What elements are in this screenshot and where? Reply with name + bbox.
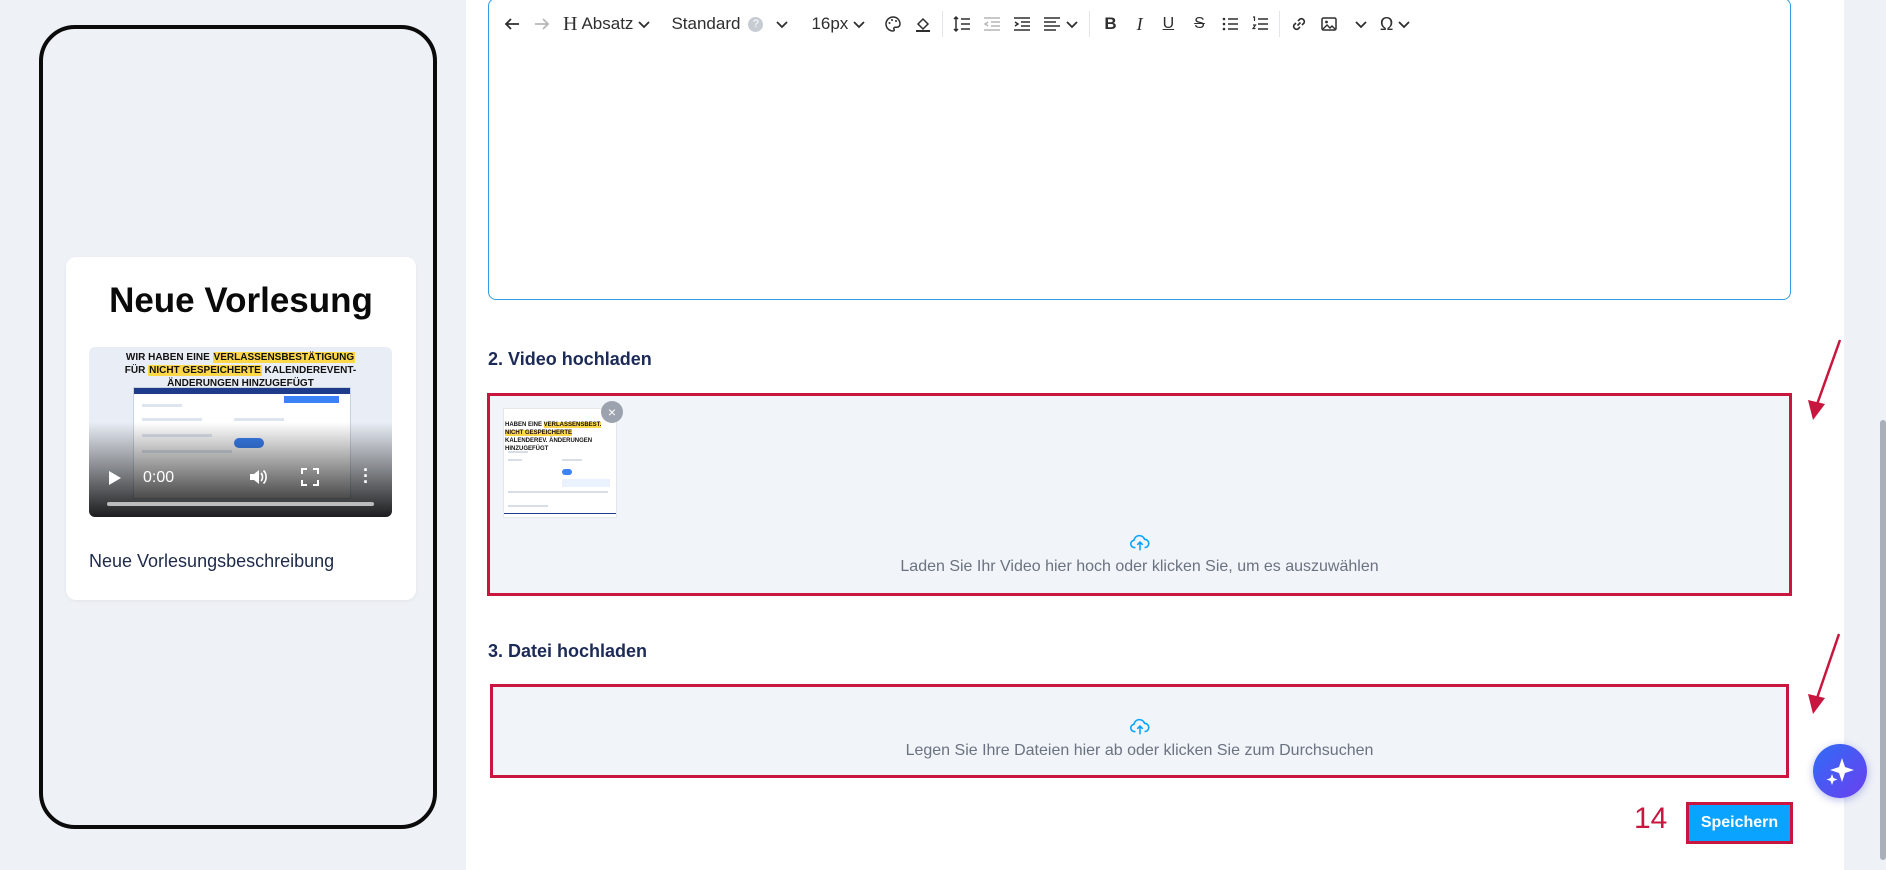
fullscreen-icon[interactable] [301, 468, 319, 486]
scrollbar-thumb[interactable] [1880, 420, 1886, 860]
more-options-icon[interactable]: · · · [363, 461, 369, 491]
italic-button[interactable]: I [1127, 8, 1153, 40]
play-icon[interactable] [109, 471, 121, 485]
redo-icon [535, 18, 550, 30]
remove-video-button[interactable]: × [601, 401, 623, 423]
undo-button[interactable] [497, 8, 527, 40]
editor-toolbar: H Absatz Standard ? 16px B I U S Ω [489, 0, 1790, 49]
save-button[interactable]: Speichern [1686, 802, 1793, 844]
upload-cloud-icon [1129, 534, 1150, 551]
image-button[interactable] [1314, 8, 1344, 40]
video-dropzone-text: Laden Sie Ihr Video hier hoch oder klick… [900, 558, 1379, 575]
lecture-form-panel: H Absatz Standard ? 16px B I U S Ω 2. Vi… [466, 0, 1844, 870]
ordered-list-button[interactable] [1245, 8, 1275, 40]
video-caption: WIR HABEN EINE VERLASSENSBESTÄTIGUNG FÜR… [124, 352, 357, 389]
chevron-down-icon [1066, 21, 1078, 29]
link-icon [1292, 17, 1305, 31]
strikethrough-button[interactable]: S [1184, 8, 1215, 40]
chevron-down-icon [1398, 21, 1410, 29]
video-time: 0:00 [143, 469, 175, 486]
redo-button[interactable] [527, 8, 557, 40]
preview-title: Neue Vorlesung [109, 281, 373, 320]
underline-button[interactable]: U [1153, 8, 1185, 40]
insert-more-dropdown[interactable] [1344, 8, 1374, 40]
ordered-list-icon [1251, 16, 1268, 30]
volume-icon[interactable] [248, 468, 268, 486]
lecture-preview-card: Neue Vorlesung WIR HABEN EINE VERLASSENS… [66, 257, 416, 600]
block-format-dropdown[interactable]: H Absatz [557, 8, 657, 40]
help-icon: ? [748, 16, 764, 32]
palette-icon [885, 16, 902, 32]
align-dropdown[interactable] [1037, 8, 1085, 40]
align-icon [1044, 17, 1061, 31]
image-icon [1321, 17, 1337, 31]
fill-icon [916, 17, 931, 32]
omega-icon: Ω [1379, 13, 1394, 34]
preview-description: Neue Vorlesungsbeschreibung [89, 551, 335, 571]
bold-button[interactable]: B [1094, 8, 1126, 40]
font-family-dropdown[interactable]: Standard ? [665, 8, 795, 40]
text-color-button[interactable] [878, 8, 908, 40]
background-color-button[interactable] [908, 8, 938, 40]
chevron-down-icon [853, 21, 865, 29]
sparkle-icon [1826, 758, 1854, 785]
thumbnail-caption: HABEN EINE VERLASSENSBEST. NICHT GESPEICH… [505, 422, 602, 452]
rich-text-editor[interactable]: H Absatz Standard ? 16px B I U S Ω [488, 0, 1791, 300]
link-button[interactable] [1284, 8, 1314, 40]
file-dropzone[interactable]: Legen Sie Ihre Dateien hier ab oder klic… [490, 684, 1789, 778]
outdent-button[interactable] [977, 8, 1007, 40]
file-section-label: 3. Datei hochladen [488, 641, 648, 661]
video-dropzone[interactable]: HABEN EINE VERLASSENSBEST. NICHT GESPEICH… [487, 393, 1792, 596]
chevron-down-icon [776, 21, 789, 29]
indent-button[interactable] [1007, 8, 1037, 40]
ai-assistant-button[interactable] [1813, 744, 1867, 798]
special-character-dropdown[interactable]: Ω [1374, 8, 1417, 40]
line-height-button[interactable] [947, 8, 977, 40]
video-section-label: 2. Video hochladen [488, 349, 652, 369]
video-controls: 0:00 · · · [89, 457, 392, 517]
list-icon [1222, 17, 1238, 31]
indent-icon [1014, 17, 1031, 31]
chevron-down-icon [638, 21, 651, 29]
upload-cloud-icon [1129, 718, 1150, 735]
line-height-icon [953, 15, 971, 33]
preview-video-player[interactable]: WIR HABEN EINE VERLASSENSBESTÄTIGUNG FÜR… [89, 347, 392, 517]
chevron-down-icon [1355, 21, 1367, 29]
bullet-list-button[interactable] [1215, 8, 1245, 40]
heading-icon: H [563, 12, 578, 35]
font-size-dropdown[interactable]: 16px [805, 8, 872, 40]
file-dropzone-text: Legen Sie Ihre Dateien hier ab oder klic… [905, 742, 1374, 759]
step-number-annotation: 14 [1634, 802, 1668, 835]
editor-content-area[interactable] [489, 49, 1790, 299]
outdent-icon [983, 17, 1001, 31]
undo-icon [504, 18, 519, 30]
video-progress-bar[interactable] [107, 502, 374, 506]
video-thumbnail: HABEN EINE VERLASSENSBEST. NICHT GESPEICH… [503, 408, 617, 518]
